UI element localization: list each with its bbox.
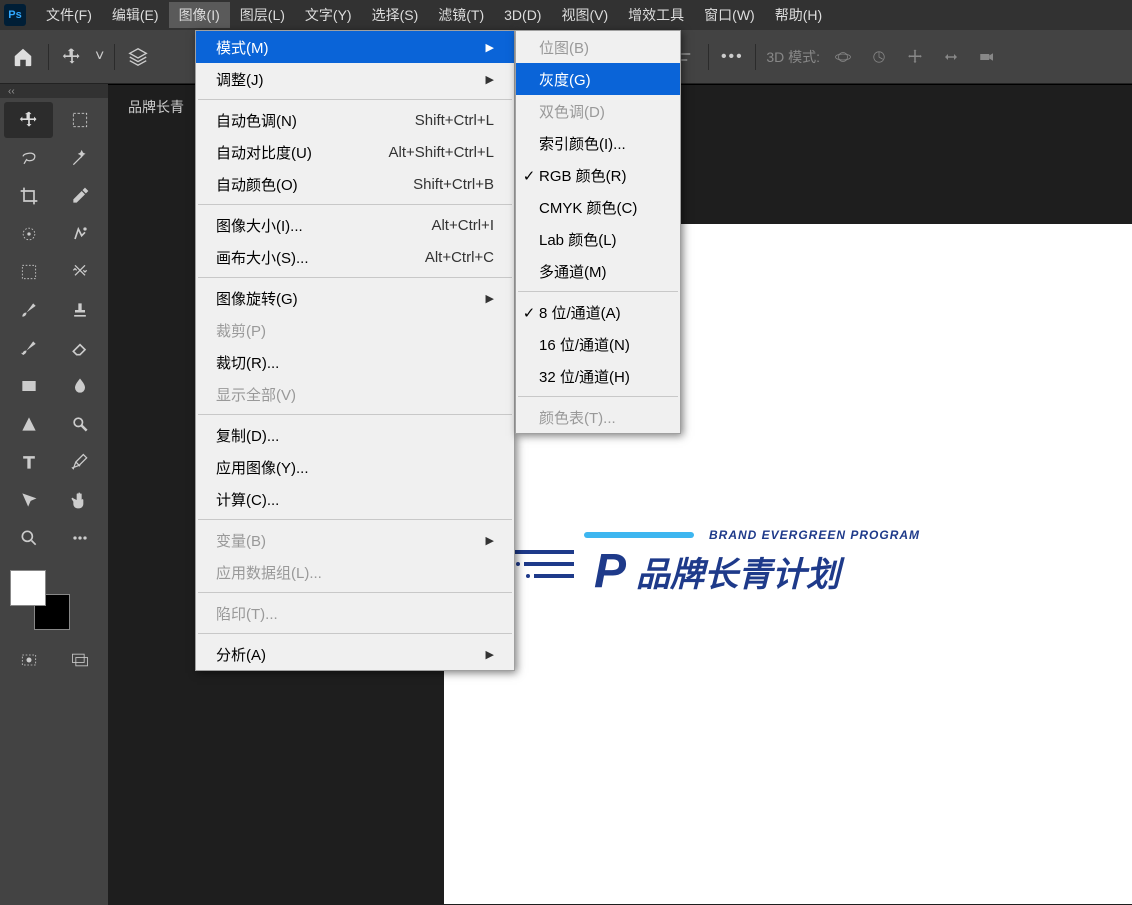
hand-tool[interactable] bbox=[55, 482, 104, 518]
move-tool[interactable] bbox=[4, 102, 53, 138]
menuitem-位图(B): 位图(B) bbox=[516, 31, 680, 63]
home-button[interactable] bbox=[8, 42, 38, 72]
3d-rotate-icon[interactable] bbox=[866, 44, 892, 70]
menu-选择(S)[interactable]: 选择(S) bbox=[362, 2, 429, 28]
menu-文字(Y)[interactable]: 文字(Y) bbox=[295, 2, 362, 28]
menuitem-Lab 颜色(L)[interactable]: Lab 颜色(L) bbox=[516, 223, 680, 255]
eraser-tool[interactable] bbox=[55, 330, 104, 366]
type-tool[interactable] bbox=[4, 444, 53, 480]
3d-mode-label: 3D 模式: bbox=[766, 47, 820, 67]
3d-orbit-icon[interactable] bbox=[830, 44, 856, 70]
menuitem-32 位/通道(H)[interactable]: 32 位/通道(H) bbox=[516, 360, 680, 392]
menuitem-变量(B): 变量(B)▶ bbox=[196, 524, 514, 556]
menuitem-CMYK 颜色(C)[interactable]: CMYK 颜色(C) bbox=[516, 191, 680, 223]
menuitem-显示全部(V): 显示全部(V) bbox=[196, 378, 514, 410]
wand-tool[interactable] bbox=[55, 140, 104, 176]
toolbox: ‹‹ bbox=[0, 84, 108, 905]
logo-chinese-text: 品牌长青计划 bbox=[636, 547, 840, 596]
screenmode-tool[interactable] bbox=[55, 642, 104, 678]
gradient-tool[interactable] bbox=[4, 368, 53, 404]
eyedropper-tool[interactable] bbox=[55, 178, 104, 214]
menuitem-计算(C)...[interactable]: 计算(C)... bbox=[196, 483, 514, 515]
crop-tool[interactable] bbox=[4, 178, 53, 214]
dodge-tool[interactable] bbox=[55, 406, 104, 442]
menuitem-16 位/通道(N)[interactable]: 16 位/通道(N) bbox=[516, 328, 680, 360]
menu-文件(F)[interactable]: 文件(F) bbox=[36, 2, 102, 28]
menuitem-应用图像(Y)...[interactable]: 应用图像(Y)... bbox=[196, 451, 514, 483]
mode-submenu-dropdown: 位图(B)灰度(G)双色调(D)索引颜色(I)...✓RGB 颜色(R)CMYK… bbox=[515, 30, 681, 434]
menuitem-双色调(D): 双色调(D) bbox=[516, 95, 680, 127]
move-tool-icon[interactable] bbox=[59, 44, 85, 70]
blur-tool[interactable] bbox=[55, 368, 104, 404]
menuitem-8 位/通道(A)[interactable]: ✓8 位/通道(A) bbox=[516, 296, 680, 328]
color-swatches[interactable] bbox=[10, 570, 70, 630]
menu-编辑(E)[interactable]: 编辑(E) bbox=[102, 2, 169, 28]
menuitem-裁剪(P): 裁剪(P) bbox=[196, 314, 514, 346]
menu-图层(L)[interactable]: 图层(L) bbox=[230, 2, 295, 28]
photoshop-app-icon: Ps bbox=[4, 4, 26, 26]
more-options-icon[interactable]: ••• bbox=[719, 44, 745, 70]
menuitem-陷印(T)...: 陷印(T)... bbox=[196, 597, 514, 629]
pen-tool[interactable] bbox=[55, 444, 104, 480]
foreground-color-swatch[interactable] bbox=[10, 570, 46, 606]
document-tab[interactable]: 品牌长青 bbox=[108, 85, 204, 129]
menuitem-复制(D)...[interactable]: 复制(D)... bbox=[196, 419, 514, 451]
menuitem-灰度(G)[interactable]: 灰度(G) bbox=[516, 63, 680, 95]
menuitem-自动颜色(O)[interactable]: 自动颜色(O)Shift+Ctrl+B bbox=[196, 168, 514, 200]
document-content: BRAND EVERGREEN PROGRAM P 品牌长青计划 bbox=[594, 528, 920, 599]
menuitem-多通道(M)[interactable]: 多通道(M) bbox=[516, 255, 680, 287]
frame-tool[interactable] bbox=[4, 254, 53, 290]
menu-3D(D)[interactable]: 3D(D) bbox=[494, 2, 551, 28]
menu-增效工具[interactable]: 增效工具 bbox=[618, 2, 694, 28]
quickmask-tool[interactable] bbox=[4, 642, 53, 678]
3d-pan-icon[interactable] bbox=[902, 44, 928, 70]
history-tool[interactable] bbox=[4, 330, 53, 366]
menuitem-分析(A)[interactable]: 分析(A)▶ bbox=[196, 638, 514, 670]
menuitem-自动对比度(U)[interactable]: 自动对比度(U)Alt+Shift+Ctrl+L bbox=[196, 136, 514, 168]
menu-bar: Ps 文件(F)编辑(E)图像(I)图层(L)文字(Y)选择(S)滤镜(T)3D… bbox=[0, 0, 1132, 30]
stamp-tool[interactable] bbox=[55, 292, 104, 328]
3d-slide-icon[interactable] bbox=[938, 44, 964, 70]
menu-图像(I)[interactable]: 图像(I) bbox=[169, 2, 230, 28]
spot-heal-tool[interactable] bbox=[55, 216, 104, 252]
menuitem-RGB 颜色(R)[interactable]: ✓RGB 颜色(R) bbox=[516, 159, 680, 191]
menu-视图(V)[interactable]: 视图(V) bbox=[551, 2, 618, 28]
brush-tool[interactable] bbox=[4, 292, 53, 328]
menu-滤镜(T)[interactable]: 滤镜(T) bbox=[428, 2, 494, 28]
menuitem-图像旋转(G)[interactable]: 图像旋转(G)▶ bbox=[196, 282, 514, 314]
layers-icon[interactable] bbox=[125, 44, 151, 70]
menuitem-裁切(R)...[interactable]: 裁切(R)... bbox=[196, 346, 514, 378]
menuitem-图像大小(I)...[interactable]: 图像大小(I)...Alt+Ctrl+I bbox=[196, 209, 514, 241]
panel-collapse-icon[interactable]: ‹‹ bbox=[0, 84, 108, 98]
marquee-tool[interactable] bbox=[55, 102, 104, 138]
logo-mark: P bbox=[594, 544, 626, 599]
patch-tool[interactable] bbox=[4, 216, 53, 252]
menuitem-应用数据组(L)...: 应用数据组(L)... bbox=[196, 556, 514, 588]
image-menu-dropdown: 模式(M)▶调整(J)▶ 自动色调(N)Shift+Ctrl+L自动对比度(U)A… bbox=[195, 30, 515, 671]
menu-窗口(W)[interactable]: 窗口(W) bbox=[694, 2, 765, 28]
3d-camera-icon[interactable] bbox=[974, 44, 1000, 70]
path-tool[interactable] bbox=[4, 482, 53, 518]
menuitem-颜色表(T)...: 颜色表(T)... bbox=[516, 401, 680, 433]
logo-english-text: BRAND EVERGREEN PROGRAM bbox=[709, 528, 920, 542]
lasso-tool[interactable] bbox=[4, 140, 53, 176]
swap-tool[interactable] bbox=[55, 254, 104, 290]
menuitem-调整(J)[interactable]: 调整(J)▶ bbox=[196, 63, 514, 95]
menu-帮助(H)[interactable]: 帮助(H) bbox=[765, 2, 832, 28]
more-tool[interactable] bbox=[55, 520, 104, 556]
zoom-tool[interactable] bbox=[4, 520, 53, 556]
menuitem-模式(M)[interactable]: 模式(M)▶ bbox=[196, 31, 514, 63]
menuitem-索引颜色(I)...[interactable]: 索引颜色(I)... bbox=[516, 127, 680, 159]
menuitem-自动色调(N)[interactable]: 自动色调(N)Shift+Ctrl+L bbox=[196, 104, 514, 136]
pen-triangle-tool[interactable] bbox=[4, 406, 53, 442]
menuitem-画布大小(S)...[interactable]: 画布大小(S)...Alt+Ctrl+C bbox=[196, 241, 514, 273]
